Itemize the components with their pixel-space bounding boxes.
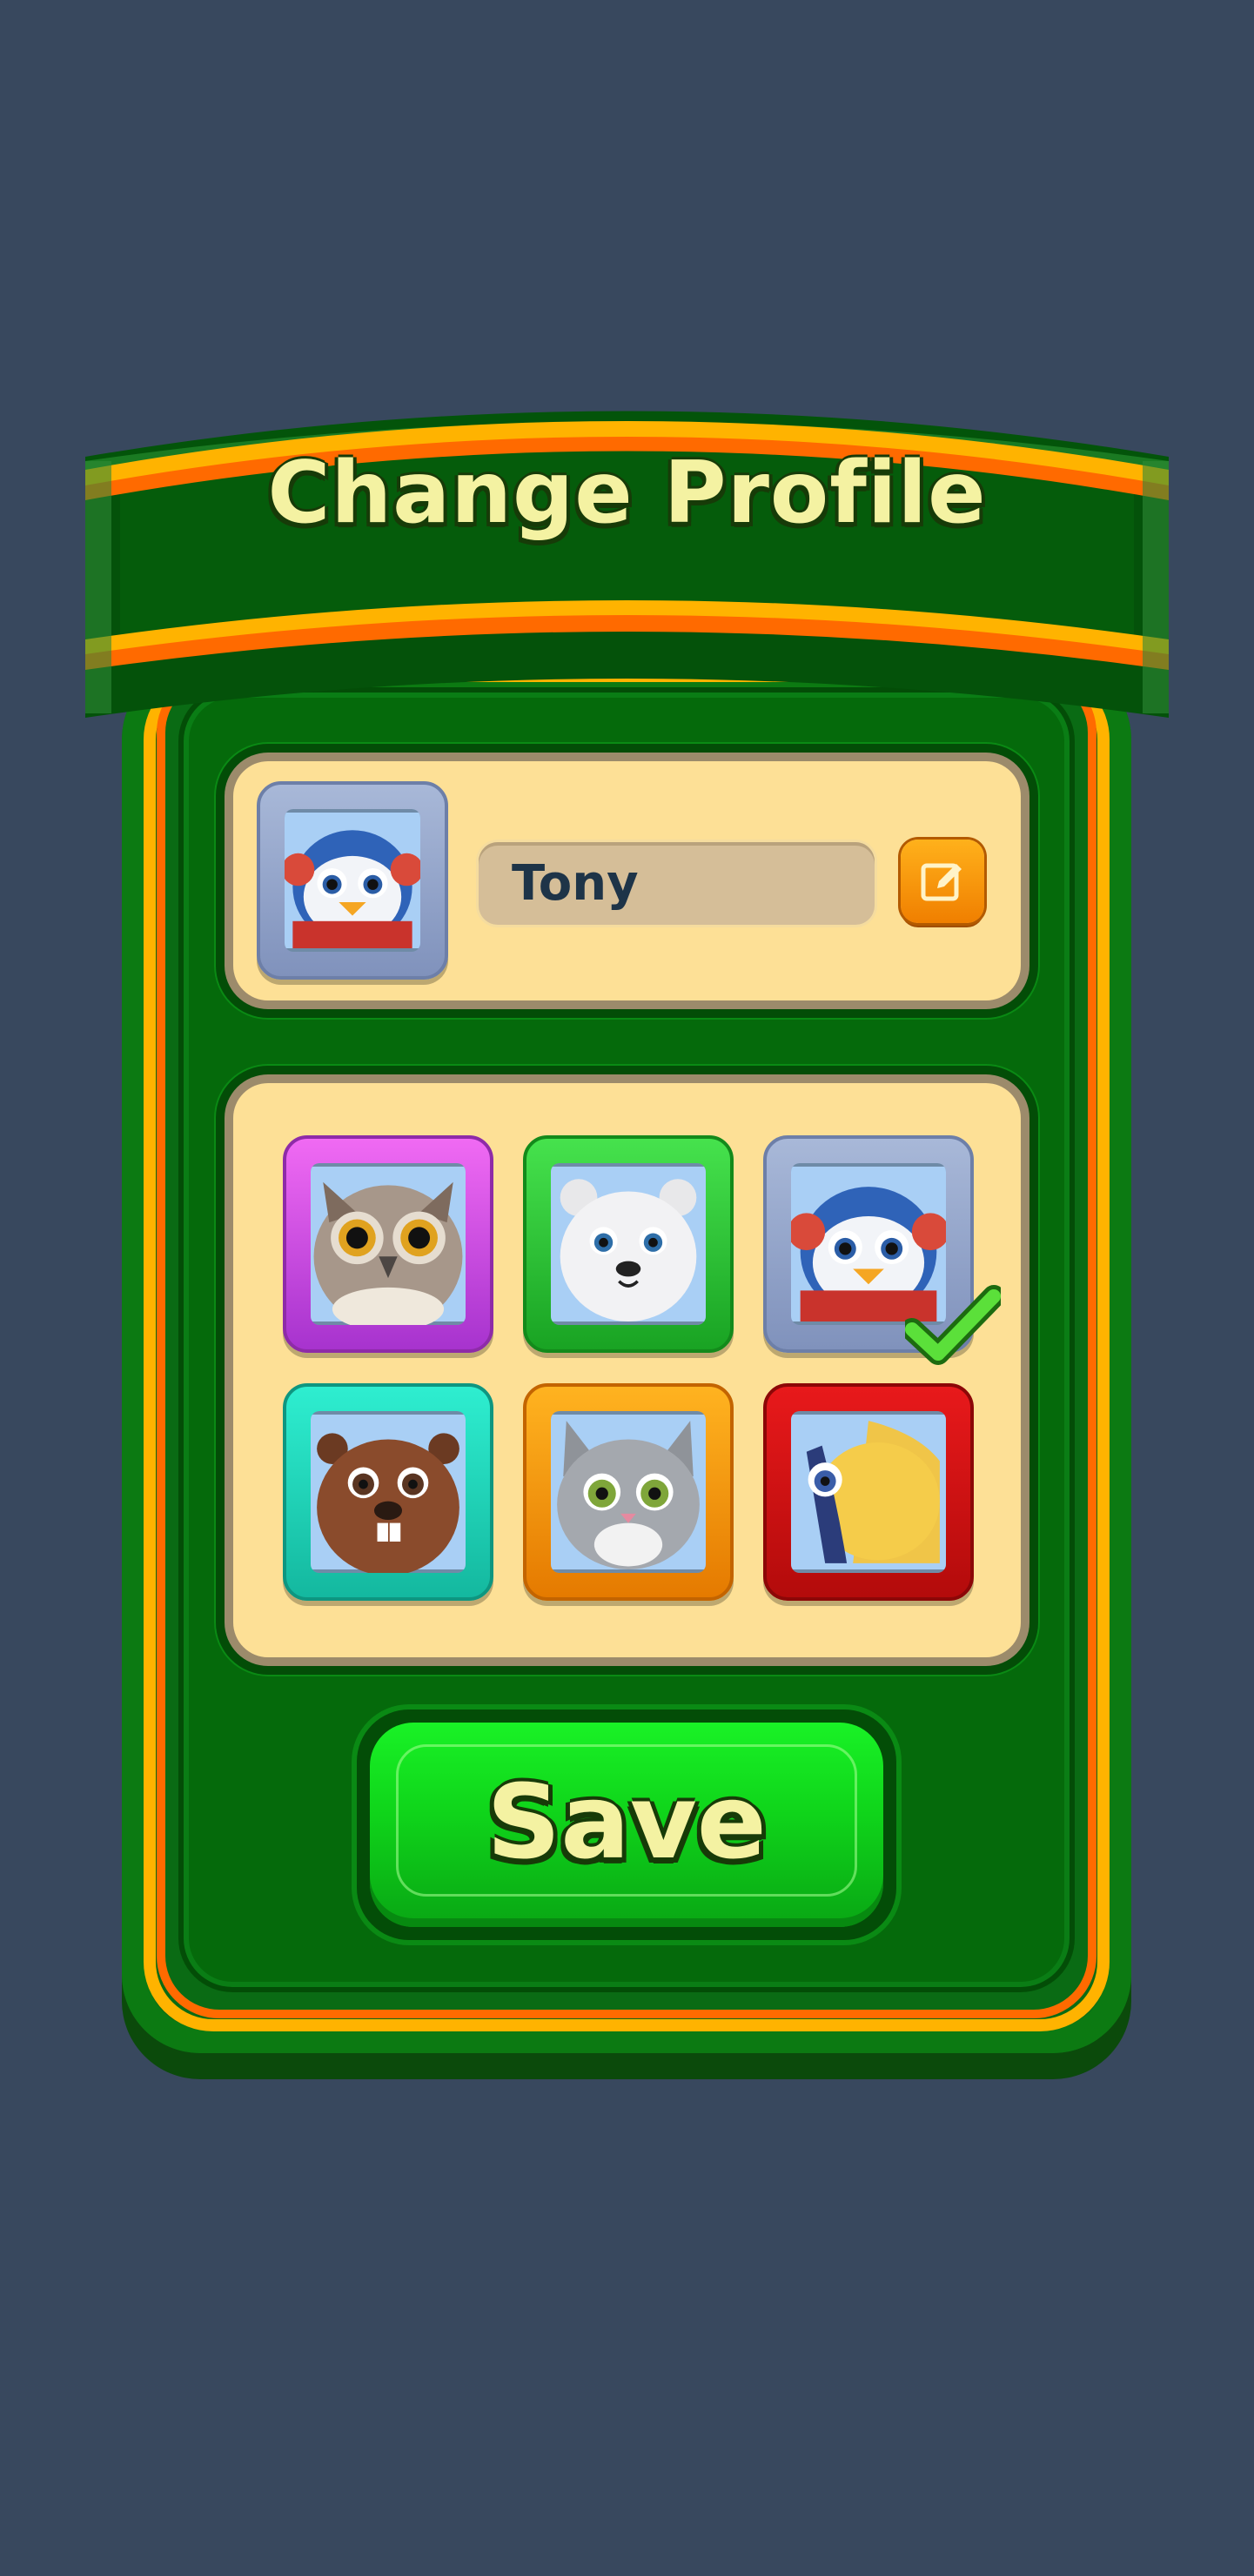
checkmark-icon bbox=[905, 1285, 1001, 1365]
fish-icon bbox=[791, 1415, 946, 1569]
penguin-icon bbox=[285, 813, 420, 948]
polar-bear-icon bbox=[551, 1167, 706, 1321]
avatar-cat[interactable] bbox=[523, 1383, 734, 1601]
cat-icon bbox=[551, 1415, 706, 1569]
avatar-polar-bear[interactable] bbox=[523, 1135, 734, 1353]
player-name-field[interactable]: Tony bbox=[479, 842, 875, 925]
avatar-fish[interactable] bbox=[763, 1383, 974, 1601]
title-ribbon bbox=[85, 374, 1169, 757]
pencil-edit-icon bbox=[921, 863, 962, 901]
current-avatar bbox=[257, 781, 448, 980]
avatar-owl[interactable] bbox=[283, 1135, 493, 1353]
beaver-icon bbox=[311, 1415, 466, 1573]
avatar-beaver[interactable] bbox=[283, 1383, 493, 1601]
save-button-label: Save bbox=[486, 1762, 767, 1882]
owl-icon bbox=[311, 1167, 466, 1325]
dialog-title: Change Profile bbox=[267, 444, 987, 543]
edit-name-button[interactable] bbox=[901, 840, 984, 923]
